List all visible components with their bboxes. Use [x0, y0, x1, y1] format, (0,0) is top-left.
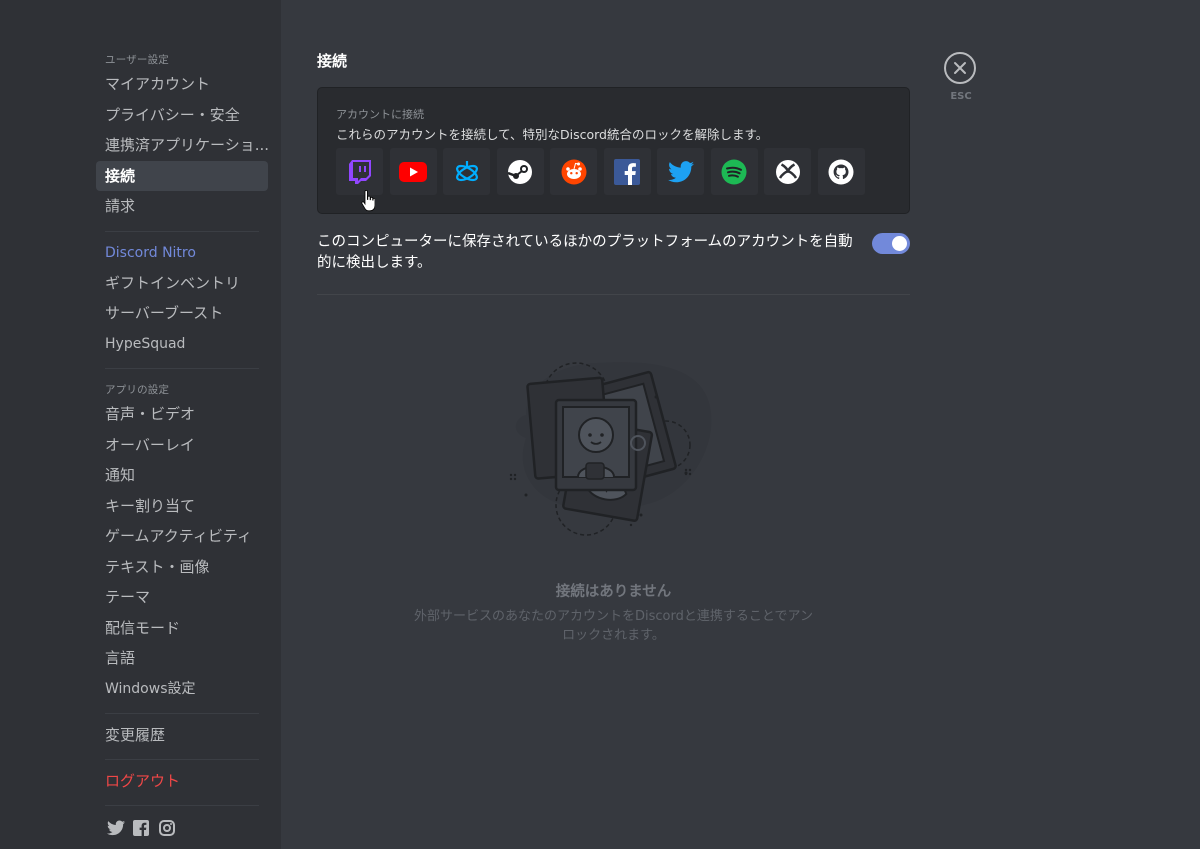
toggle-knob [892, 236, 907, 251]
sidebar-item-hypesquad[interactable]: HypeSquad [96, 329, 268, 359]
connect-accounts-description: これらのアカウントを接続して、特別なDiscord統合のロックを解除します。 [336, 127, 769, 142]
spotify-icon [721, 159, 747, 184]
twitter-icon[interactable] [107, 820, 125, 836]
connect-youtube-button[interactable] [389, 148, 437, 195]
sidebar-divider [105, 231, 259, 232]
sidebar-item-changelog[interactable]: 変更履歴 [96, 720, 268, 750]
social-links [107, 820, 185, 836]
section-divider [317, 294, 910, 295]
instagram-icon[interactable] [159, 820, 177, 836]
auto-detect-description: このコンピューターに保存されているほかのプラットフォームのアカウントを自動的に検… [317, 234, 853, 271]
battlenet-icon [455, 160, 478, 181]
steam-icon [507, 159, 532, 184]
sidebar-item-logout[interactable]: ログアウト [96, 766, 268, 796]
twitter-icon [667, 160, 694, 182]
hand-cursor-icon [361, 190, 375, 212]
page-title: 接続 [317, 52, 348, 70]
empty-state-title: 接続はありません [555, 584, 672, 600]
connect-battlenet-button[interactable] [443, 148, 490, 195]
facebook-icon[interactable] [133, 820, 151, 836]
connect-facebook-button[interactable] [603, 148, 651, 195]
connect-twitter-button[interactable] [657, 148, 704, 195]
sidebar-item-authorized-apps[interactable]: 連携済アプリケーショ... [96, 130, 268, 160]
sidebar-item-connections[interactable]: 接続 [96, 161, 268, 191]
sidebar-item-server-boost[interactable]: サーバーブースト [96, 298, 268, 328]
esc-label: ESC [950, 91, 972, 102]
sidebar-item-text-images[interactable]: テキスト・画像 [96, 552, 268, 582]
sidebar-item-language[interactable]: 言語 [96, 643, 268, 673]
sidebar-item-theme[interactable]: テーマ [96, 582, 268, 612]
user-settings-header: ユーザー設定 [105, 54, 169, 66]
facebook-icon [614, 158, 640, 185]
github-icon [828, 159, 854, 184]
sidebar-item-voice-video[interactable]: 音声・ビデオ [96, 399, 268, 429]
empty-state-description: 外部サービスのあなたのアカウントをDiscordと連携することでアンロックされま… [414, 609, 813, 643]
connect-accounts-panel: アカウントに接続 これらのアカウントを接続して、特別なDiscord統合のロック… [317, 87, 910, 214]
close-icon [954, 62, 966, 74]
close-settings: ESC [944, 52, 978, 102]
app-settings-header: アプリの設定 [105, 384, 170, 396]
connect-spotify-button[interactable] [710, 148, 758, 195]
settings-content: 接続 アカウントに接続 これらのアカウントを接続して、特別なDiscord統合の… [281, 0, 1200, 849]
sidebar-item-game-activity[interactable]: ゲームアクティビティ [96, 521, 268, 551]
sidebar-item-my-account[interactable]: マイアカウント [96, 69, 268, 99]
xbox-icon [775, 159, 800, 184]
connect-xbox-button[interactable] [764, 148, 811, 195]
sidebar-divider [105, 368, 259, 369]
sidebar-item-notifications[interactable]: 通知 [96, 460, 268, 490]
service-buttons [336, 148, 871, 195]
sidebar-item-billing[interactable]: 請求 [96, 191, 268, 221]
sidebar-divider [105, 713, 259, 714]
twitch-icon [348, 159, 371, 184]
sidebar-divider [105, 759, 259, 760]
connect-accounts-label: アカウントに接続 [336, 108, 424, 121]
sidebar-item-overlay[interactable]: オーバーレイ [96, 430, 268, 460]
youtube-icon [399, 161, 427, 182]
settings-sidebar: ユーザー設定 マイアカウント プライバシー・安全 連携済アプリケーショ... 接… [0, 0, 281, 849]
sidebar-item-gift-inventory[interactable]: ギフトインベントリ [96, 268, 268, 298]
sidebar-item-windows-settings[interactable]: Windows設定 [96, 674, 268, 704]
sidebar-item-keybinds[interactable]: キー割り当て [96, 491, 268, 521]
connect-github-button[interactable] [817, 148, 865, 195]
connect-steam-button[interactable] [496, 148, 544, 195]
sidebar-item-privacy[interactable]: プライバシー・安全 [96, 100, 268, 130]
close-button[interactable] [944, 52, 976, 84]
sidebar-divider [105, 805, 259, 806]
no-connections-illustration [509, 362, 712, 536]
auto-detect-toggle[interactable] [872, 233, 910, 254]
connect-twitch-button[interactable] [336, 148, 383, 195]
sidebar-item-streamer-mode[interactable]: 配信モード [96, 613, 268, 643]
reddit-icon [561, 159, 586, 184]
sidebar-item-nitro[interactable]: Discord Nitro [96, 238, 268, 268]
connect-reddit-button[interactable] [550, 148, 597, 195]
